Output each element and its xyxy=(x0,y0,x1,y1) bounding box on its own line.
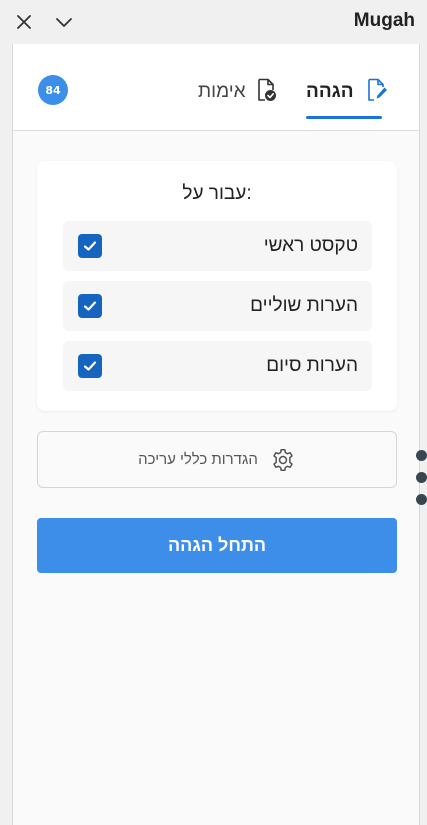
tab-verification-label: אימות xyxy=(198,81,246,102)
tab-proofreading[interactable]: הגהה xyxy=(306,78,388,106)
scope-title: עבור על: xyxy=(182,183,252,204)
close-icon[interactable] xyxy=(12,10,36,34)
start-proofreading-button[interactable]: התחל הגהה xyxy=(37,518,397,573)
handle-dot xyxy=(416,472,427,483)
tab-verification[interactable]: אימות xyxy=(198,78,278,106)
option-main-text[interactable]: טקסט ראשי xyxy=(63,221,372,271)
task-pane: 84 אימות הגהה עבור על: טקסט ראשי הערות ש… xyxy=(12,44,427,825)
gear-icon xyxy=(270,447,296,473)
option-label: הערות שוליים xyxy=(250,295,358,316)
main-text-checkbox[interactable] xyxy=(78,234,102,258)
document-check-icon xyxy=(256,78,278,106)
checkmark-icon xyxy=(83,361,97,371)
edit-rules-settings-button[interactable]: הגדרות כללי עריכה xyxy=(37,431,397,488)
edit-rules-settings-label: הגדרות כללי עריכה xyxy=(138,451,258,468)
checkmark-icon xyxy=(83,241,97,251)
option-label: טקסט ראשי xyxy=(263,235,358,256)
count-badge: 84 xyxy=(38,75,68,105)
tabs-header: 84 אימות הגהה xyxy=(13,44,419,131)
option-footnotes[interactable]: הערות שוליים xyxy=(63,281,372,331)
handle-dot xyxy=(416,450,427,461)
checkmark-icon xyxy=(83,301,97,311)
app-title: Mugah xyxy=(353,10,415,31)
handle-dot xyxy=(416,494,427,505)
drag-handle[interactable] xyxy=(415,450,427,506)
scope-card: עבור על: טקסט ראשי הערות שוליים הערות סי… xyxy=(37,161,397,411)
title-bar: Mugah xyxy=(0,0,427,44)
start-proofreading-label: התחל הגהה xyxy=(167,535,267,555)
document-edit-icon xyxy=(366,78,388,106)
tab-proofreading-label: הגהה xyxy=(306,81,354,102)
chevron-down-icon[interactable] xyxy=(52,10,76,34)
footnotes-checkbox[interactable] xyxy=(78,294,102,318)
active-tab-indicator xyxy=(306,116,382,119)
endnotes-checkbox[interactable] xyxy=(78,354,102,378)
option-endnotes[interactable]: הערות סיום xyxy=(63,341,372,391)
option-label: הערות סיום xyxy=(266,355,358,376)
